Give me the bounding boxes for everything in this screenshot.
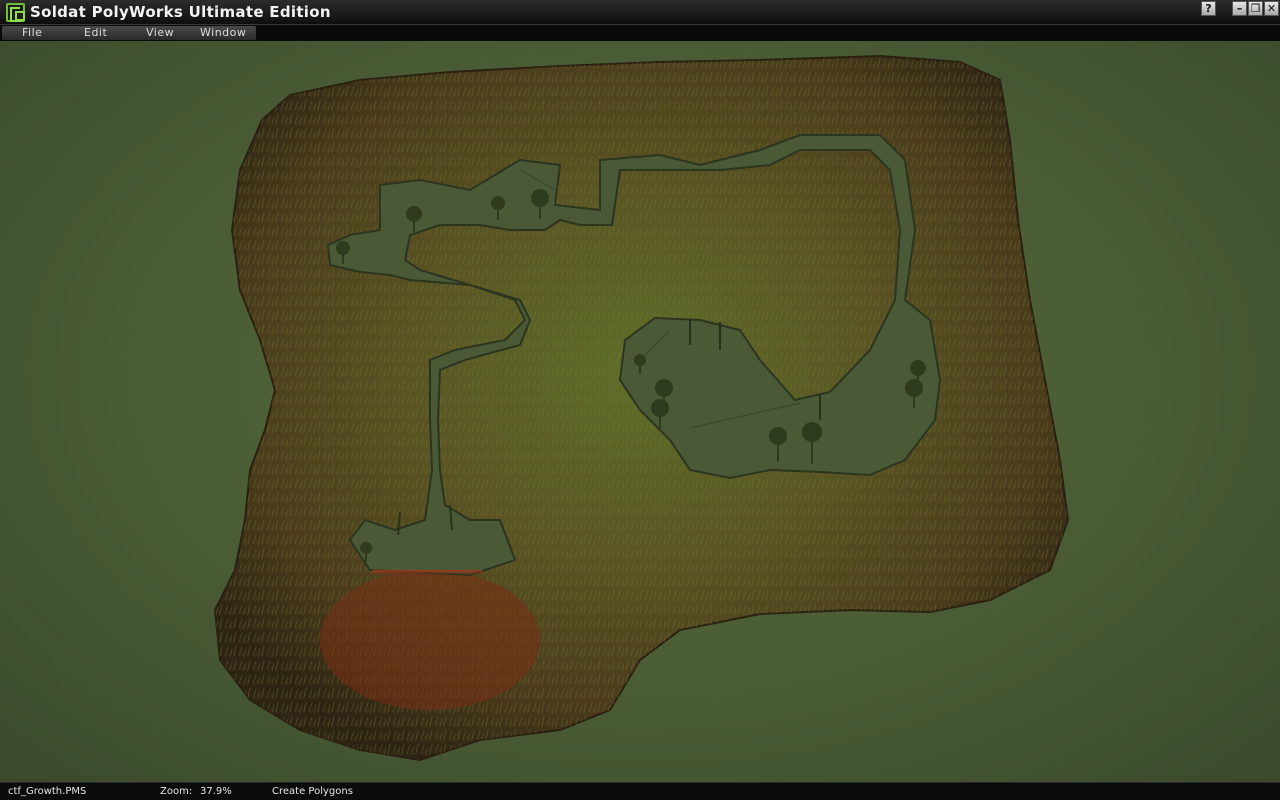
status-bar: ctf_Growth.PMS Zoom: 37.9% Create Polygo… <box>0 782 1280 800</box>
status-zoom-value: 37.9% <box>200 786 232 797</box>
polyworks-logo-icon <box>6 3 25 22</box>
lava-area <box>320 570 540 710</box>
lava-strip <box>372 570 482 576</box>
menu-file[interactable]: File <box>22 26 42 39</box>
menu-view[interactable]: View <box>146 26 174 39</box>
map-viewport[interactable] <box>0 41 1280 782</box>
status-filename: ctf_Growth.PMS <box>8 786 87 797</box>
status-tool: Create Polygons <box>272 786 353 797</box>
close-button[interactable]: ✕ <box>1264 1 1279 16</box>
menu-bar: File Edit View Window <box>0 25 1280 41</box>
minimize-button[interactable]: – <box>1232 1 1247 16</box>
title-bar: Soldat PolyWorks Ultimate Edition ? – ❐ … <box>0 0 1280 25</box>
menu-edit[interactable]: Edit <box>84 26 107 39</box>
menu-window[interactable]: Window <box>200 26 246 39</box>
map-canvas[interactable] <box>0 41 1280 782</box>
restore-button[interactable]: ❐ <box>1248 1 1263 16</box>
status-zoom-label: Zoom: <box>160 786 193 797</box>
window-title: Soldat PolyWorks Ultimate Edition <box>30 3 331 21</box>
help-button[interactable]: ? <box>1201 1 1216 16</box>
